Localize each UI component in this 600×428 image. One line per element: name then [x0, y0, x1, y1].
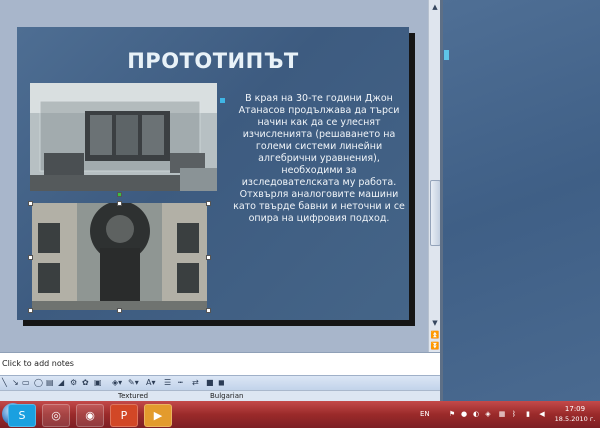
selection-handle[interactable] [206, 255, 211, 260]
monument-photo-graphic [32, 201, 207, 310]
arrow-style-icon[interactable]: ⇄ [192, 378, 199, 388]
pane-divider[interactable] [440, 0, 443, 408]
notes-pane[interactable]: Click to add notes [0, 352, 440, 375]
dash-style-icon[interactable]: ┅ [178, 378, 183, 388]
chrome-icon[interactable]: ◉ [76, 404, 104, 427]
slide[interactable]: ПРОТОТИПЪТ В края на 30-те години Джон А… [17, 27, 409, 320]
font-color-icon[interactable]: A▾ [146, 378, 156, 388]
wordart-tool-icon[interactable]: ◢ [58, 378, 64, 388]
drawing-toolbar: ╲ ↘ ▭ ◯ ▤ ◢ ⚙ ✿ ▣ ◈▾ ✎▾ A▾ ☰ ┅ ⇄ ■ ◼ [0, 375, 440, 390]
flag-icon[interactable]: ⚑ [448, 410, 456, 418]
clock-date[interactable]: 18.5.2010 г. [552, 415, 598, 423]
language-status[interactable]: Bulgarian [210, 392, 243, 400]
power-icon[interactable]: ▮ [524, 410, 532, 418]
next-slide-icon[interactable]: ⏬ [430, 341, 440, 351]
bluetooth-icon[interactable]: ᛒ [510, 410, 518, 418]
selection-handle[interactable] [28, 308, 33, 313]
task-pane [440, 0, 600, 408]
arrow-tool-icon[interactable]: ↘ [12, 378, 19, 388]
update-icon[interactable]: ◐ [472, 410, 480, 418]
shadow-style-icon[interactable]: ■ [206, 378, 214, 388]
status-bar: Textured Bulgarian [0, 390, 440, 401]
notes-placeholder[interactable]: Click to add notes [2, 359, 74, 368]
previous-slide-icon[interactable]: ⏫ [430, 330, 440, 340]
media-player-icon[interactable]: ▶ [144, 404, 172, 427]
bullet-text[interactable]: В края на 30-те години Джон Атанасов про… [233, 93, 405, 225]
3d-style-icon[interactable]: ◼ [218, 378, 225, 388]
skype-icon[interactable]: S [8, 404, 36, 427]
rotate-handle[interactable] [117, 192, 122, 197]
textbox-tool-icon[interactable]: ▤ [46, 378, 54, 388]
monument-photo[interactable] [32, 201, 207, 310]
selection-handle[interactable] [206, 308, 211, 313]
powerpoint-icon[interactable]: P [110, 404, 138, 427]
machine-photo-graphic [30, 83, 217, 191]
slide-workspace: ПРОТОТИПЪТ В края на 30-те години Джон А… [0, 0, 441, 352]
diagram-tool-icon[interactable]: ⚙ [70, 378, 77, 388]
taskbar: S ◎ ◉ P ▶ EN ⚑ ● ◐ ◈ ▦ ᛒ ▮ ◀ 17:09 18.5.… [0, 401, 600, 428]
vertical-scrollbar[interactable]: ▲ ▼ ⏫ ⏬ [428, 0, 441, 352]
pane-marker-icon [444, 50, 449, 60]
selection-handle[interactable] [206, 201, 211, 206]
line-tool-icon[interactable]: ╲ [2, 378, 7, 388]
selection-handle[interactable] [117, 201, 122, 206]
slide-title[interactable]: ПРОТОТИПЪТ [17, 49, 409, 73]
security-icon[interactable]: ◈ [484, 410, 492, 418]
antivirus-icon[interactable]: ● [460, 410, 468, 418]
bullet-icon [220, 98, 225, 103]
scroll-up-icon[interactable]: ▲ [430, 2, 440, 12]
clipart-tool-icon[interactable]: ✿ [82, 378, 89, 388]
input-language[interactable]: EN [420, 410, 430, 418]
design-name: Textured [118, 392, 149, 400]
machine-photo[interactable] [30, 83, 217, 191]
volume-icon[interactable]: ◀ [538, 410, 546, 418]
fill-color-icon[interactable]: ◈▾ [112, 378, 122, 388]
ie-icon[interactable]: ◎ [42, 404, 70, 427]
network-icon[interactable]: ▦ [498, 410, 506, 418]
oval-tool-icon[interactable]: ◯ [34, 378, 43, 388]
picture-tool-icon[interactable]: ▣ [94, 378, 102, 388]
clock-time[interactable]: 17:09 [558, 405, 592, 413]
scroll-down-icon[interactable]: ▼ [430, 318, 440, 328]
selection-handle[interactable] [28, 255, 33, 260]
line-color-icon[interactable]: ✎▾ [128, 378, 139, 388]
line-style-icon[interactable]: ☰ [164, 378, 171, 388]
selection-handle[interactable] [28, 201, 33, 206]
selection-handle[interactable] [117, 308, 122, 313]
rectangle-tool-icon[interactable]: ▭ [22, 378, 30, 388]
